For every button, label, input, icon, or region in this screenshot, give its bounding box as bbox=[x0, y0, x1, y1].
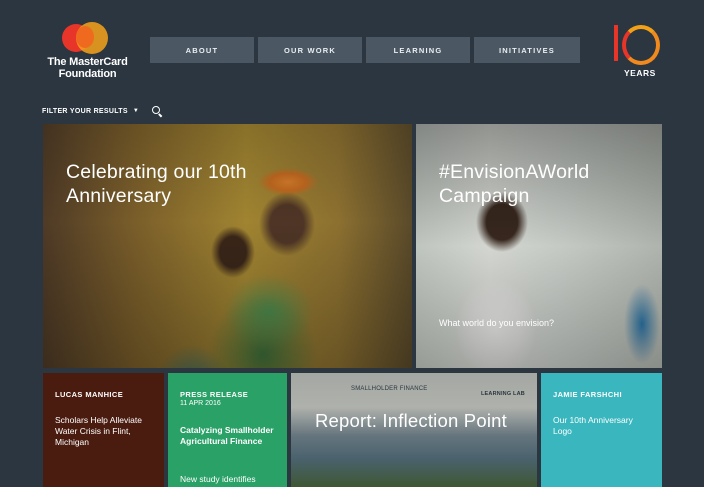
nav-initiatives[interactable]: INITIATIVES bbox=[474, 37, 580, 63]
tile-tag: PRESS RELEASE bbox=[180, 390, 249, 399]
tile-report-title: Report: Inflection Point bbox=[315, 410, 507, 431]
nav-about[interactable]: ABOUT bbox=[150, 37, 254, 63]
mastercard-foundation-logo[interactable]: The MasterCard Foundation bbox=[40, 22, 135, 82]
tile-report-inflection-point[interactable]: SMALLHOLDER FINANCE LEARNING LAB Report:… bbox=[291, 373, 537, 487]
site-header: The MasterCard Foundation ABOUT OUR WORK… bbox=[0, 0, 704, 100]
filter-results-toggle[interactable]: FILTER YOUR RESULTS bbox=[42, 108, 128, 115]
tile-body: Our 10th Anniversary Logo bbox=[553, 415, 633, 436]
logo-line-1: The MasterCard bbox=[47, 56, 128, 68]
tile-lucas-manhice[interactable]: LUCAS MANHICE Scholars Help Alleviate Wa… bbox=[43, 373, 164, 487]
tile-teaser: New study identifies bbox=[180, 474, 256, 484]
logo-line-2: Foundation bbox=[58, 68, 117, 80]
tile-author: JAMIE FARSHCHI bbox=[553, 390, 622, 399]
nav-our-work[interactable]: OUR WORK bbox=[258, 37, 362, 63]
tile-envision-subtitle: What world do you envision? bbox=[439, 318, 555, 328]
main-nav: ABOUT OUR WORK LEARNING INITIATIVES bbox=[150, 37, 580, 63]
nav-learning[interactable]: LEARNING bbox=[366, 37, 470, 63]
tile-press-release[interactable]: PRESS RELEASE 11 APR 2016 Catalyzing Sma… bbox=[168, 373, 287, 487]
tile-envision-title: #EnvisionAWorld Campaign bbox=[439, 161, 590, 207]
logo-text: The MasterCard Foundation bbox=[40, 56, 135, 80]
years-label: YEARS bbox=[624, 68, 656, 78]
logo-circles-icon bbox=[62, 22, 110, 54]
tile-anniversary-title: Celebrating our 10th Anniversary bbox=[66, 161, 247, 207]
tile-envision-campaign[interactable]: #EnvisionAWorld Campaign What world do y… bbox=[416, 124, 662, 368]
ten-zero-glyph bbox=[622, 25, 660, 65]
ten-one-glyph bbox=[614, 25, 618, 61]
ten-years-badge: YEARS bbox=[608, 23, 666, 79]
tile-anniversary[interactable]: Celebrating our 10th Anniversary bbox=[43, 124, 412, 368]
tile-body: Catalyzing Smallholder Agricultural Fina… bbox=[180, 425, 274, 446]
filter-bar: FILTER YOUR RESULTS ▼ bbox=[42, 106, 163, 118]
search-icon[interactable] bbox=[151, 106, 163, 118]
tile-body: Scholars Help Alleviate Water Crisis in … bbox=[55, 415, 142, 447]
tile-author: LUCAS MANHICE bbox=[55, 390, 124, 399]
chevron-down-icon[interactable]: ▼ bbox=[133, 108, 139, 114]
report-banner-left: SMALLHOLDER FINANCE bbox=[351, 386, 428, 392]
tile-date: 11 APR 2016 bbox=[180, 400, 221, 407]
tile-jamie-farshchi[interactable]: JAMIE FARSHCHI Our 10th Anniversary Logo bbox=[541, 373, 662, 487]
report-banner-right: LEARNING LAB bbox=[481, 391, 525, 397]
